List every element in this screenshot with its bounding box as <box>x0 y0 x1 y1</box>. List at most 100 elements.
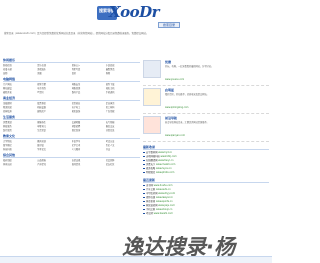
category-link[interactable]: 星座占卜 <box>72 64 106 67</box>
category-link[interactable]: 生活常识 <box>37 129 71 132</box>
category-link[interactable]: 幽默笑话 <box>106 68 140 71</box>
category-link[interactable]: 分类信息 <box>106 129 140 132</box>
category-link[interactable]: 建筑房产 <box>37 110 71 113</box>
category-link[interactable]: 天气预报 <box>106 121 140 124</box>
site-name[interactable]: 手机之家 <box>146 208 155 211</box>
category-link[interactable]: 外语学习 <box>72 140 106 143</box>
category-link[interactable]: 手机通讯 <box>106 91 140 94</box>
recommend-url[interactable]: www.qianyan.com <box>165 134 185 137</box>
category-link[interactable]: 音乐在线 <box>37 64 71 67</box>
category-link[interactable]: 健康养生 <box>37 121 71 124</box>
category-link[interactable]: 化工材料 <box>106 106 140 109</box>
category-link[interactable]: 小说阅读 <box>106 64 140 67</box>
category-link[interactable]: 考试认证 <box>106 140 140 143</box>
category-link[interactable]: 网络营销 <box>72 87 106 90</box>
category-link[interactable]: 金融理财 <box>3 102 37 105</box>
category-link[interactable]: 数码产品 <box>72 91 106 94</box>
category-link[interactable]: 大学院校 <box>3 140 37 143</box>
site-url[interactable]: www.shouji.cn <box>156 208 172 211</box>
site-name[interactable]: 旅游攻略 <box>146 167 155 170</box>
category-link[interactable]: 编程开发 <box>3 91 37 94</box>
category-link[interactable]: 学术论文 <box>37 148 71 151</box>
category-link[interactable]: 教育培训 <box>37 140 71 143</box>
category-link[interactable]: 机械设备 <box>37 106 71 109</box>
category-link[interactable]: 软件下载 <box>106 83 140 86</box>
site-name[interactable]: 汽车之家 <box>146 188 155 191</box>
list-item[interactable]: 明星图库 www.photo.com <box>143 171 269 175</box>
category-link[interactable]: 购物 <box>106 72 140 75</box>
category-link[interactable]: 社会团体 <box>106 159 140 162</box>
site-url[interactable]: www.kaoshi.com <box>154 212 173 215</box>
site-name[interactable]: 明星图库 <box>146 171 155 174</box>
category-link[interactable]: 便民查询 <box>72 129 106 132</box>
category-link[interactable]: 政府组织 <box>3 159 37 162</box>
category-link[interactable]: 婚恋交友 <box>106 125 140 128</box>
site-url[interactable]: www.jiaju.com <box>158 204 175 207</box>
category-link[interactable]: 家居装饰 <box>72 110 106 113</box>
site-name[interactable]: 家居装修网 <box>146 204 158 207</box>
site-name[interactable]: 考试吧 <box>146 212 153 215</box>
site-url[interactable]: www.photo.com <box>156 171 174 174</box>
category-link[interactable]: 电子电工 <box>72 106 106 109</box>
site-name[interactable]: 美食天下 <box>146 163 155 166</box>
category-link[interactable]: 新闻资讯 <box>72 163 106 166</box>
recommend-item[interactable]: 优搜 好玩，有趣，一起来看看的最新网站，分享好站。 www.yousou.com <box>143 58 269 86</box>
site-url[interactable]: www.fanyi.cn <box>158 159 173 162</box>
site-logo[interactable]: 搜索导航 XooDr <box>97 3 177 22</box>
category-link[interactable]: 体育运动 <box>3 163 37 166</box>
site-url[interactable]: www.sports.cn <box>156 200 173 203</box>
category-link[interactable]: 旅游 <box>72 72 106 75</box>
site-name[interactable]: 读书网 <box>146 184 153 187</box>
recommend-item[interactable]: 启明星 精彩资讯，好站推荐，欢迎收录及提交网站。 www.qimingxing.co… <box>143 86 269 114</box>
category-link[interactable]: 论坛社区 <box>106 163 140 166</box>
category-link[interactable]: 域名主机 <box>106 87 140 90</box>
category-link[interactable]: 企业黄页 <box>106 102 140 105</box>
category-link[interactable]: 美图 <box>37 72 71 75</box>
recommend-url[interactable]: www.qimingxing.com <box>165 106 188 109</box>
site-name[interactable]: 律师在线 <box>146 196 155 199</box>
category-link[interactable]: 书法 <box>106 148 140 151</box>
category-link[interactable]: 网络安全 <box>72 83 106 86</box>
category-link[interactable]: 物流快递 <box>3 106 37 109</box>
site-name[interactable]: 宏宇数码网 <box>146 151 158 154</box>
category-link[interactable]: 网站建设 <box>3 87 37 90</box>
category-link[interactable]: 影视在线 <box>3 64 37 67</box>
site-thumbnail[interactable] <box>143 60 161 78</box>
category-link[interactable]: 文学艺术 <box>72 144 106 147</box>
site-url[interactable]: www.lawyer.cn <box>156 196 173 199</box>
recommend-title[interactable]: 优搜 <box>165 60 171 64</box>
site-url[interactable]: www.zhyy.com <box>158 192 175 195</box>
category-link[interactable]: 母婴育儿 <box>37 125 71 128</box>
category-link[interactable]: 游戏娱乐 <box>37 68 71 71</box>
category-link[interactable]: 门户网站 <box>3 83 37 86</box>
site-thumbnail[interactable] <box>143 88 161 106</box>
category-link[interactable]: 科技科普 <box>3 148 37 151</box>
category-link[interactable]: 历史人文 <box>106 144 140 147</box>
category-link[interactable]: 汽车摩托 <box>37 163 71 166</box>
category-link[interactable]: 搜索引擎 <box>37 83 71 86</box>
category-link[interactable]: 宠物 <box>3 72 37 75</box>
category-link[interactable]: 明星写真 <box>72 68 106 71</box>
site-url[interactable]: www.tdkj.com <box>161 155 177 158</box>
category-link[interactable]: 留学移民 <box>3 144 37 147</box>
site-name[interactable]: 中华医药网 <box>146 192 158 195</box>
category-link[interactable]: 交通地图 <box>72 121 106 124</box>
category-link[interactable]: 少儿教育 <box>72 148 106 151</box>
list-item[interactable]: 考试吧 www.kaoshi.com <box>143 212 269 216</box>
site-thumbnail[interactable] <box>143 116 161 134</box>
category-link[interactable]: 家政服务 <box>3 125 37 128</box>
recommend-url[interactable]: www.yousou.com <box>165 78 184 81</box>
recommend-title[interactable]: 启明星 <box>165 88 174 92</box>
category-link[interactable]: 农林牧渔 <box>3 110 37 113</box>
category-link[interactable]: 公益慈善 <box>37 159 71 162</box>
site-url[interactable]: www.dushu.com <box>154 184 173 187</box>
category-link[interactable]: 求职招聘 <box>72 125 106 128</box>
category-link[interactable]: 法律法规 <box>72 159 106 162</box>
category-link[interactable]: 医疗医院 <box>3 129 37 132</box>
category-link[interactable]: 投资创业 <box>72 102 106 105</box>
category-link[interactable]: 动漫卡通 <box>3 68 37 71</box>
recommend-item[interactable]: 前沿导航 前沿导航网站目录，汇聚优秀网站资源推荐。 www.qianyan.com <box>143 114 269 142</box>
category-link[interactable]: 广告传媒 <box>106 110 140 113</box>
site-name[interactable]: 在线翻译网 <box>146 159 158 162</box>
site-name[interactable]: 天地网络科技 <box>146 155 160 158</box>
